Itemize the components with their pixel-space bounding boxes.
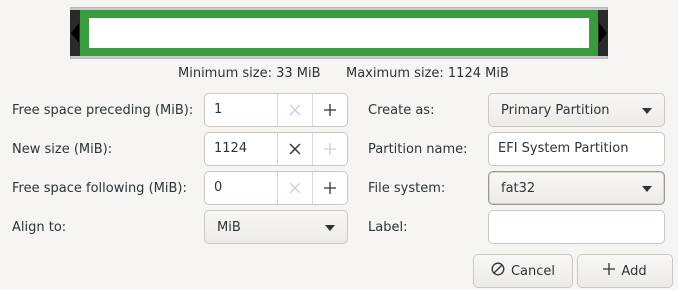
free-space-following-decrease-button[interactable]: [277, 172, 312, 204]
cancel-button-label: Cancel: [510, 263, 556, 279]
partition-name-label: Partition name:: [368, 142, 468, 157]
clear-x-icon: [289, 182, 301, 194]
file-system-combobox[interactable]: fat32: [488, 171, 665, 205]
chevron-down-icon: [642, 181, 652, 196]
add-button-label: Add: [621, 263, 647, 279]
create-as-combobox[interactable]: Primary Partition: [488, 93, 665, 127]
chevron-down-icon: [325, 220, 335, 235]
free-space-following-spinbutton: 0: [204, 171, 348, 205]
create-as-value: Primary Partition: [501, 102, 610, 118]
file-system-label: File system:: [368, 181, 446, 196]
new-size-label: New size (MiB):: [12, 142, 113, 157]
plus-icon: [324, 143, 336, 155]
plus-icon: [324, 182, 336, 194]
cancel-button[interactable]: Cancel: [473, 254, 573, 288]
new-size-increase-button[interactable]: [312, 133, 347, 165]
free-space-preceding-spinbutton: 1: [204, 93, 348, 127]
clear-x-icon: [289, 143, 301, 155]
free-space-preceding-label: Free space preceding (MiB):: [12, 103, 194, 118]
align-to-value: MiB: [217, 219, 241, 235]
align-to-combobox[interactable]: MiB: [204, 210, 348, 244]
align-to-label: Align to:: [12, 220, 67, 235]
free-space-following-input[interactable]: 0: [205, 172, 277, 204]
resize-handle-right[interactable]: [598, 10, 608, 56]
plus-icon: [603, 263, 616, 279]
file-system-value: fat32: [501, 180, 536, 196]
free-space-following-increase-button[interactable]: [312, 172, 347, 204]
create-as-label: Create as:: [368, 103, 435, 118]
free-space-preceding-input[interactable]: 1: [205, 94, 277, 126]
add-button[interactable]: Add: [577, 254, 673, 288]
chevron-down-icon: [642, 103, 652, 118]
cancel-circle-icon: [491, 262, 505, 280]
new-size-decrease-button[interactable]: [277, 133, 312, 165]
resize-handle-left[interactable]: [70, 10, 80, 56]
new-size-spinbutton: 1124: [204, 132, 348, 166]
free-space-preceding-decrease-button[interactable]: [277, 94, 312, 126]
partition-bar-interior: [89, 18, 589, 48]
label-input[interactable]: [488, 210, 665, 244]
label-field-label: Label:: [368, 220, 408, 235]
new-size-input[interactable]: 1124: [205, 133, 277, 165]
free-space-following-label: Free space following (MiB):: [12, 181, 187, 196]
minimum-size-label: Minimum size: 33 MiB: [178, 66, 321, 81]
partition-name-input[interactable]: EFI System Partition: [488, 132, 665, 166]
clear-x-icon: [289, 104, 301, 116]
plus-icon: [324, 104, 336, 116]
free-space-preceding-increase-button[interactable]: [312, 94, 347, 126]
maximum-size-label: Maximum size: 1124 MiB: [346, 66, 509, 81]
